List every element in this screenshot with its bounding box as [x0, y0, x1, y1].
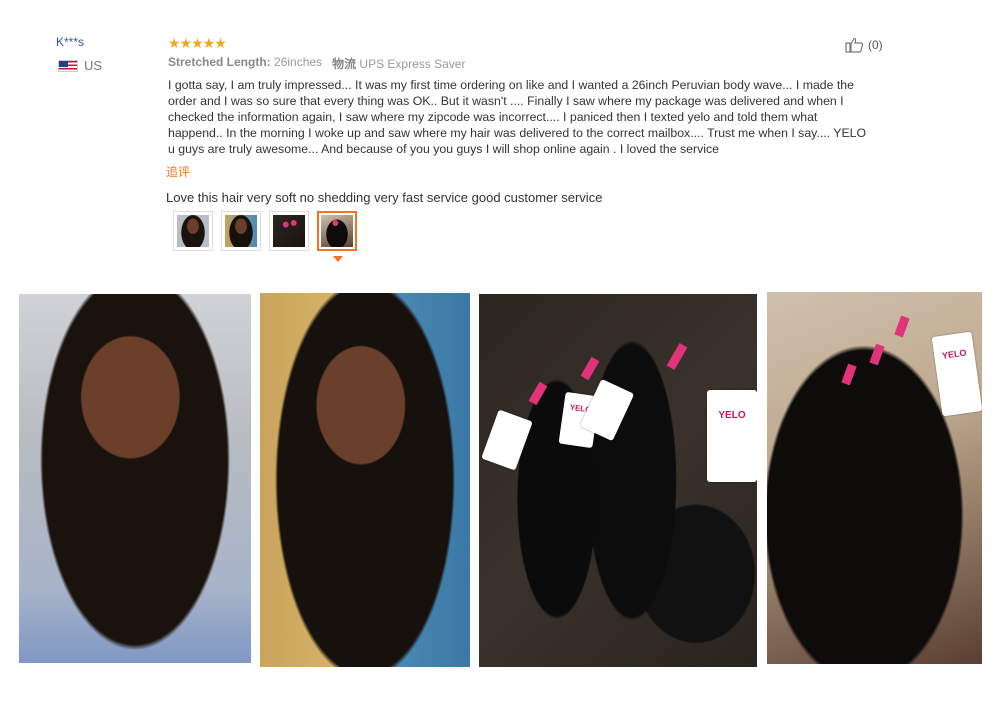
review-text-line: u guys are truly awesome... And because … [168, 142, 719, 156]
review-photo[interactable] [260, 293, 470, 667]
review-photo[interactable]: YELO YELO [479, 294, 757, 667]
review-text-line: order and I was so sure that every thing… [168, 94, 844, 108]
reviewer-name: K***s [56, 35, 85, 49]
photo-thumbnail[interactable] [173, 211, 213, 251]
length-value: 26inches [274, 55, 323, 69]
review-photo[interactable]: YELO [767, 292, 982, 664]
photo-thumbnail[interactable] [269, 211, 309, 251]
thumbs-up-icon [845, 37, 864, 53]
followup-label: 追评 [166, 165, 191, 179]
review-meta: Stretched Length: 26inches 物流 UPS Expres… [168, 55, 465, 72]
followup-text: Love this hair very soft no shedding ver… [166, 190, 603, 205]
review-text: I gotta say, I am truly impressed... It … [168, 77, 884, 157]
us-flag-icon [58, 59, 78, 72]
review-text-line: happend.. In the morning I woke up and s… [168, 126, 867, 140]
shipping-value: UPS Express Saver [359, 57, 466, 71]
reviewer-country: US [58, 58, 102, 73]
photo-thumbnails [173, 211, 357, 251]
selected-thumbnail-caret-icon [333, 256, 343, 262]
photo-thumbnail-selected[interactable] [317, 211, 357, 251]
product-tag: YELO [707, 390, 757, 482]
review-text-line: I gotta say, I am truly impressed... It … [168, 78, 854, 92]
product-tag: YELO [931, 331, 982, 417]
helpful-count: (0) [868, 38, 883, 52]
review-text-line: checked the information again, I saw whe… [168, 110, 818, 124]
product-tag [481, 409, 533, 471]
shipping-label: 物流 [332, 57, 357, 71]
review-photo[interactable] [19, 294, 251, 663]
length-label: Stretched Length: [168, 55, 271, 69]
helpful-button[interactable]: (0) [845, 37, 883, 53]
photo-thumbnail[interactable] [221, 211, 261, 251]
country-label: US [84, 58, 103, 73]
star-rating: ★★★★★ [168, 35, 227, 51]
